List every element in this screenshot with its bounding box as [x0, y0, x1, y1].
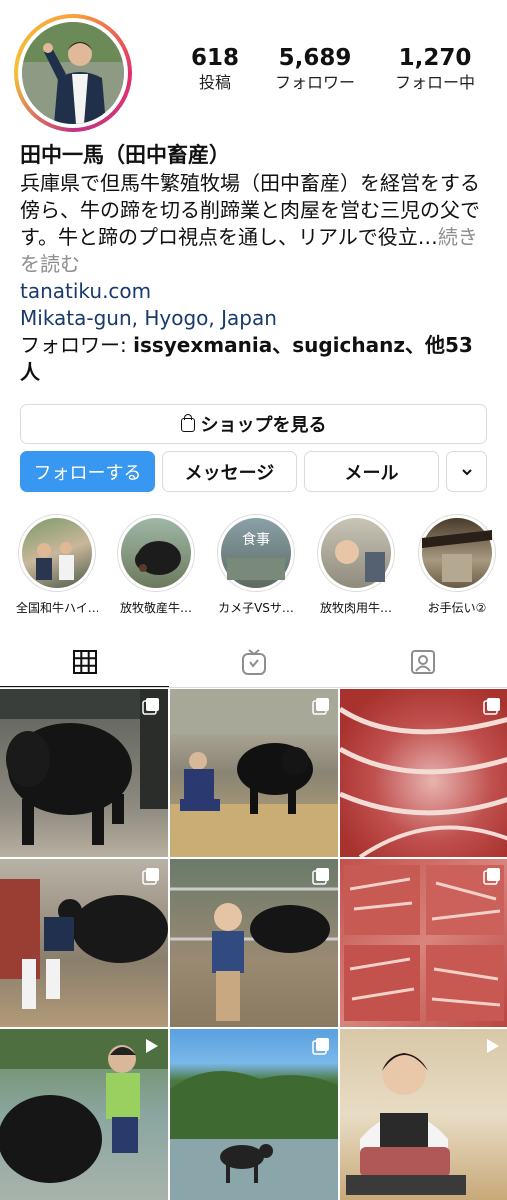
profile-avatar[interactable] — [14, 14, 132, 132]
followed-by[interactable]: フォロワー: issyexmania、sugichanz、他53人 — [20, 332, 490, 386]
followed-by-names: issyexmania、sugichanz、 — [133, 333, 425, 357]
tagged-icon — [410, 650, 435, 674]
story-highlight[interactable]: 食事 カメ子VSサ… — [215, 514, 297, 616]
posts-label: 投稿 — [198, 73, 231, 92]
profile-stats: 618 投稿 5,689 フォロワー 1,270 フォロー中 — [180, 44, 490, 94]
view-shop-label: ショップを見る — [200, 415, 327, 436]
email-button[interactable]: メール — [304, 451, 439, 492]
profile-tabs — [0, 636, 507, 688]
video-icon — [487, 1039, 499, 1053]
follow-button[interactable]: フォローする — [20, 451, 155, 492]
following-stat[interactable]: 1,270 フォロー中 — [380, 44, 490, 94]
multiple-posts-icon — [312, 868, 329, 885]
posts-stat[interactable]: 618 投稿 — [180, 44, 250, 94]
shopping-bag-icon — [180, 414, 195, 432]
view-shop-button[interactable]: ショップを見る — [20, 404, 487, 444]
post-thumbnail[interactable] — [340, 859, 507, 1027]
multiple-posts-icon — [312, 698, 329, 715]
multiple-posts-icon — [483, 868, 500, 885]
post-thumbnail[interactable] — [170, 689, 338, 857]
video-icon — [146, 1039, 158, 1053]
highlight-label: 放牧敬産牛… — [119, 601, 192, 615]
post-thumbnail[interactable] — [170, 859, 338, 1027]
multiple-posts-icon — [483, 698, 500, 715]
post-thumbnail[interactable] — [0, 689, 168, 857]
story-highlight[interactable]: 放牧敬産牛… — [115, 514, 197, 616]
highlight-label: 放牧肉用牛… — [319, 601, 392, 615]
tab-posts-grid[interactable] — [0, 636, 169, 688]
following-label: フォロー中 — [394, 73, 475, 92]
highlight-label: 全国和牛ハイ… — [16, 601, 98, 615]
post-thumbnail[interactable] — [170, 1029, 338, 1200]
website-link[interactable]: tanatiku.com — [20, 278, 490, 305]
igtv-icon — [241, 649, 266, 675]
multiple-posts-icon — [142, 698, 159, 715]
highlight-label: お手伝い② — [427, 601, 487, 615]
following-count: 1,270 — [398, 45, 472, 71]
profile-bio: 田中一馬（田中畜産） 兵庫県で但馬牛繁殖牧場（田中畜産）を経営をする傍ら、牛の蹄… — [20, 140, 490, 386]
posts-count: 618 — [190, 45, 239, 71]
tabs-divider — [0, 687, 507, 688]
bio-text: 兵庫県で但馬牛繁殖牧場（田中畜産）を経営をする傍ら、牛の蹄を切る削蹄業と肉屋を営… — [20, 170, 490, 278]
post-thumbnail[interactable] — [340, 1029, 507, 1200]
post-thumbnail[interactable] — [0, 859, 168, 1027]
followed-by-prefix: フォロワー: — [20, 333, 134, 357]
followers-count: 5,689 — [278, 45, 352, 71]
message-button[interactable]: メッセージ — [162, 451, 297, 492]
post-thumbnail[interactable] — [340, 689, 507, 857]
highlight-overlay-text: 食事 — [242, 531, 270, 548]
posts-grid — [0, 689, 507, 1200]
story-highlight[interactable]: 全国和牛ハイ… — [16, 514, 98, 616]
chevron-down-icon — [461, 468, 472, 475]
tab-igtv[interactable] — [169, 636, 338, 688]
multiple-posts-icon — [142, 868, 159, 885]
multiple-posts-icon — [312, 1038, 329, 1055]
story-highlight[interactable]: 放牧肉用牛… — [315, 514, 397, 616]
bio-body: 兵庫県で但馬牛繁殖牧場（田中畜産）を経営をする傍ら、牛の蹄を切る削蹄業と肉屋を営… — [20, 171, 480, 249]
location-link[interactable]: Mikata-gun, Hyogo, Japan — [20, 305, 490, 332]
story-highlight[interactable]: お手伝い② — [416, 514, 498, 616]
suggested-accounts-button[interactable] — [446, 451, 487, 492]
followers-stat[interactable]: 5,689 フォロワー — [260, 44, 370, 94]
tab-tagged[interactable] — [338, 636, 507, 688]
profile-name: 田中一馬（田中畜産） — [20, 143, 230, 167]
avatar — [22, 22, 124, 124]
post-thumbnail[interactable] — [0, 1029, 168, 1200]
followers-label: フォロワー — [274, 73, 355, 92]
highlight-label: カメ子VSサ… — [218, 601, 294, 615]
grid-icon — [72, 650, 97, 674]
